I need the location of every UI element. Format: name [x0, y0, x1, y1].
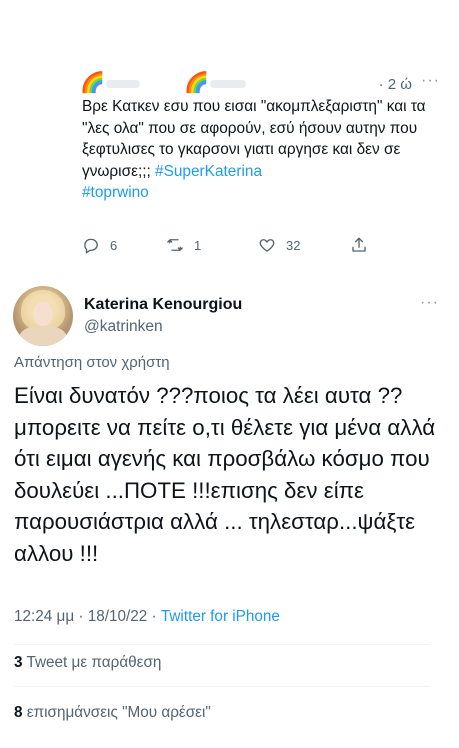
tweet-source-link[interactable]: Twitter for iPhone	[161, 608, 280, 625]
hashtag-link[interactable]: #SuperKaterina	[155, 163, 262, 180]
tweet-timestamp: 12:24 μμ · 18/10/22 · Twitter for iPhone	[14, 608, 280, 626]
parent-tweet-header: 🌈 🌈 · 2 ώ ···	[80, 72, 440, 94]
parent-tweet-text: Βρε Κατκεν εσυ που εισαι "ακομπλεξαριστη…	[82, 96, 432, 204]
blurred-handle	[210, 80, 246, 88]
reply-button[interactable]: 6	[82, 236, 117, 254]
rainbow-emoji: 🌈	[80, 72, 105, 94]
likes-label: επισημάνσεις "Μου αρέσει"	[22, 704, 211, 721]
heart-icon	[259, 239, 275, 252]
reply-count: 6	[110, 237, 118, 253]
hashtag-link[interactable]: #toprwino	[82, 184, 149, 201]
retweet-count: 1	[194, 237, 202, 253]
reply-to-label: Απάντηση στον χρήστη	[14, 354, 170, 371]
like-count: 32	[286, 237, 301, 253]
like-button[interactable]: 32	[258, 236, 300, 254]
user-handle[interactable]: @katrinken	[84, 318, 163, 336]
quote-count: 3	[14, 654, 23, 671]
avatar-face	[33, 302, 53, 326]
divider	[14, 644, 430, 645]
parent-tweet-time[interactable]: · 2 ώ	[379, 76, 412, 93]
more-options-icon[interactable]: ···	[421, 72, 440, 90]
avatar[interactable]	[13, 286, 73, 346]
rainbow-emoji: 🌈	[184, 72, 209, 94]
quote-tweets-stat[interactable]: 3 Tweet με παράθεση	[14, 654, 161, 672]
display-name[interactable]: Katerina Kenourgiou	[84, 296, 242, 314]
share-icon	[352, 237, 366, 252]
more-options-icon[interactable]: ···	[420, 294, 439, 312]
tweet-time[interactable]: 12:24 μμ · 18/10/22 ·	[14, 608, 161, 625]
reply-icon	[84, 238, 98, 254]
divider	[14, 686, 430, 687]
retweet-icon	[167, 239, 183, 251]
parent-tweet-actions: 6 1 32	[82, 236, 382, 258]
share-button[interactable]	[350, 236, 368, 254]
avatar-body	[19, 326, 67, 346]
likes-stat-count: 8	[14, 704, 23, 721]
retweet-button[interactable]: 1	[166, 236, 201, 254]
quote-label: Tweet με παράθεση	[22, 654, 162, 671]
likes-stat[interactable]: 8 επισημάνσεις "Μου αρέσει"	[14, 704, 211, 722]
blurred-name	[106, 80, 140, 88]
tweet-text: Είναι δυνατόν ???ποιος τα λέει αυτα ?? μ…	[14, 383, 436, 566]
